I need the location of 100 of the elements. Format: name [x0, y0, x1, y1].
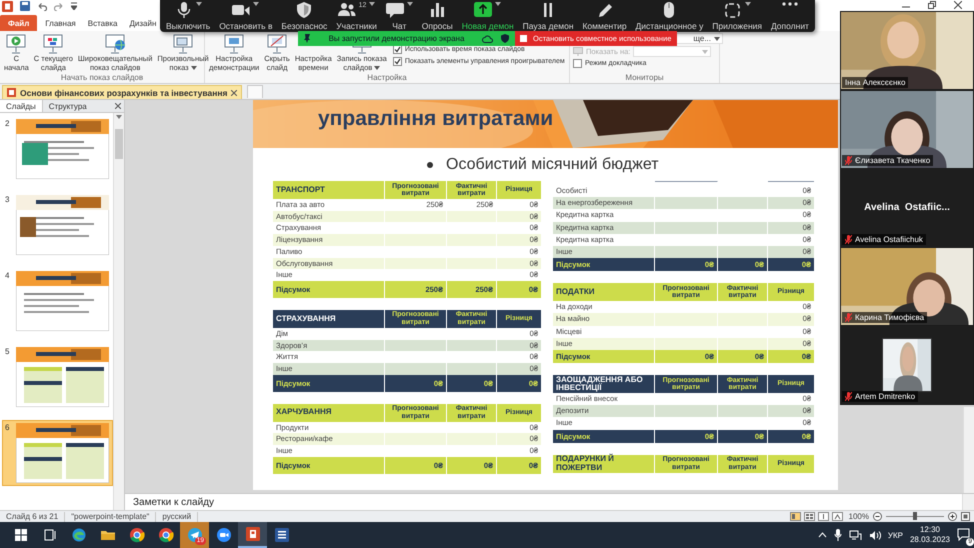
chat-bubble-icon	[386, 2, 404, 18]
slide-thumbnail-item[interactable]: 3	[2, 192, 113, 258]
undo-icon[interactable]	[37, 2, 47, 10]
volume-icon[interactable]	[868, 530, 881, 540]
slide-number: 3	[5, 195, 10, 204]
close-icon[interactable]	[115, 103, 121, 109]
ribbon-tab[interactable]: Дизайн	[123, 15, 162, 31]
slide-number: 5	[5, 347, 10, 356]
group-label: Настройка	[366, 73, 408, 83]
fit-to-window-icon[interactable]	[961, 512, 970, 521]
ribbon-tab[interactable]: Главная	[39, 15, 82, 31]
scrollbar[interactable]	[113, 113, 124, 510]
toolbar-button[interactable]: Опросы	[420, 0, 455, 32]
toolbar-button[interactable]: Чат	[384, 0, 415, 32]
scroll-thumb[interactable]	[115, 129, 123, 159]
shield-icon	[295, 2, 314, 18]
scrollbar[interactable]	[963, 407, 974, 493]
browser-icon	[128, 527, 144, 543]
clock-time[interactable]: 12:30	[920, 525, 940, 535]
document-tab[interactable]: Основи фінансових розрахунків та інвестування	[2, 85, 242, 99]
participant-name: Artem Dmitrenko	[855, 392, 916, 401]
table-title: ПОДАРУНКИ Й ПОЖЕРТВИ	[553, 454, 655, 473]
taskbar-button[interactable]	[238, 522, 267, 548]
banner-text: Вы запустили демонстрацию экрана	[328, 34, 466, 43]
slide-thumbnail-item[interactable]: 5	[2, 344, 113, 410]
caret-icon[interactable]	[744, 2, 751, 6]
participant-name: Карина Тимофієва	[855, 313, 924, 322]
toolbar-button[interactable]: Комментир	[580, 0, 629, 32]
bar-chart-icon	[428, 2, 446, 18]
slide-number: 2	[5, 119, 10, 128]
zoom-slider[interactable]	[913, 512, 917, 520]
caret-icon[interactable]	[495, 2, 502, 6]
checkbox[interactable]	[392, 45, 402, 54]
checkbox[interactable]	[392, 57, 402, 66]
slide-number: 6	[5, 423, 10, 432]
participant-display-name: Avelina Ostafiic...	[864, 202, 950, 214]
document-app-icon	[274, 527, 290, 543]
slide-number: 4	[5, 271, 10, 280]
panel-tab[interactable]: Слайды	[0, 100, 43, 112]
scrollbar[interactable]	[962, 494, 974, 510]
toolbar-button[interactable]: Пауза демон	[520, 0, 576, 32]
pin-icon[interactable]	[304, 34, 311, 43]
windows-icon	[12, 527, 28, 543]
caret-icon[interactable]	[406, 2, 413, 6]
task-view-icon	[42, 527, 58, 543]
participant-name: Avelina Ostafiichuk	[855, 234, 923, 244]
caret-icon[interactable]	[374, 66, 380, 70]
close-icon[interactable]	[954, 1, 962, 9]
ribbon-tab[interactable]: Вставка	[82, 15, 124, 31]
shield-icon[interactable]	[501, 34, 509, 43]
monitor-icon	[573, 47, 583, 56]
input-language[interactable]: УКР	[888, 530, 903, 540]
checkbox[interactable]	[573, 59, 582, 68]
toolbar-button[interactable]: Остановить в	[217, 0, 274, 32]
toolbar-button[interactable]: Приложения	[710, 0, 764, 32]
file-tab[interactable]: Файл	[0, 15, 38, 31]
slide-sorter-icon[interactable]	[804, 512, 815, 521]
browser-icon	[158, 527, 174, 543]
group-label: Мониторы	[624, 73, 665, 83]
clock-date[interactable]: 28.03.2023	[910, 535, 950, 545]
caret-icon[interactable]	[253, 2, 260, 6]
caret-icon[interactable]	[714, 36, 720, 40]
toolbar-button[interactable]: Выключить	[164, 0, 212, 32]
restore-icon[interactable]	[928, 1, 936, 9]
redo-icon[interactable]	[54, 2, 64, 10]
caret-icon[interactable]	[196, 2, 202, 6]
slide-thumbnail-item[interactable]: 2	[2, 116, 113, 182]
zoom-out-icon[interactable]	[873, 512, 882, 521]
slide-subtitle: Особистий місячний бюджет	[446, 156, 659, 174]
caret-icon[interactable]	[369, 2, 376, 6]
customize-icon[interactable]	[71, 2, 77, 10]
browser-icon	[70, 527, 86, 543]
group-label: Начать показ слайдов	[60, 73, 144, 83]
cloud-icon[interactable]	[482, 34, 493, 42]
notification-icon[interactable]	[957, 528, 970, 540]
caret-icon[interactable]	[190, 66, 197, 70]
video-camera-icon	[216, 527, 232, 543]
normal-view-icon[interactable]	[790, 512, 801, 521]
microphone-icon[interactable]	[834, 529, 842, 541]
more-icon	[780, 2, 799, 6]
stop-icon	[520, 35, 527, 42]
zoom-in-icon[interactable]	[948, 512, 957, 521]
toolbar-button[interactable]: Дополнит	[768, 0, 811, 32]
zoom-level[interactable]: 100%	[848, 512, 869, 521]
participant-name: Єлизавета Ткаченко	[855, 156, 930, 166]
participant-name: Інна Алексєєнко	[845, 78, 906, 87]
bullet-icon	[427, 162, 433, 168]
network-icon[interactable]	[848, 530, 862, 540]
people-icon	[338, 2, 356, 18]
slide-title: управління витратами	[318, 106, 554, 132]
slide-thumbnail-item[interactable]: 4	[2, 268, 113, 334]
slide-thumbnail-item[interactable]: 6	[2, 420, 113, 486]
reading-view-icon[interactable]	[818, 512, 829, 521]
caret-icon[interactable]	[116, 115, 122, 119]
save-icon[interactable]	[20, 1, 30, 11]
close-icon[interactable]	[231, 90, 238, 96]
chevron-up-icon[interactable]	[818, 532, 827, 538]
slideshow-icon[interactable]	[832, 512, 843, 521]
panel-tab[interactable]: Структура	[42, 100, 93, 112]
presentation-app-icon	[244, 526, 260, 542]
